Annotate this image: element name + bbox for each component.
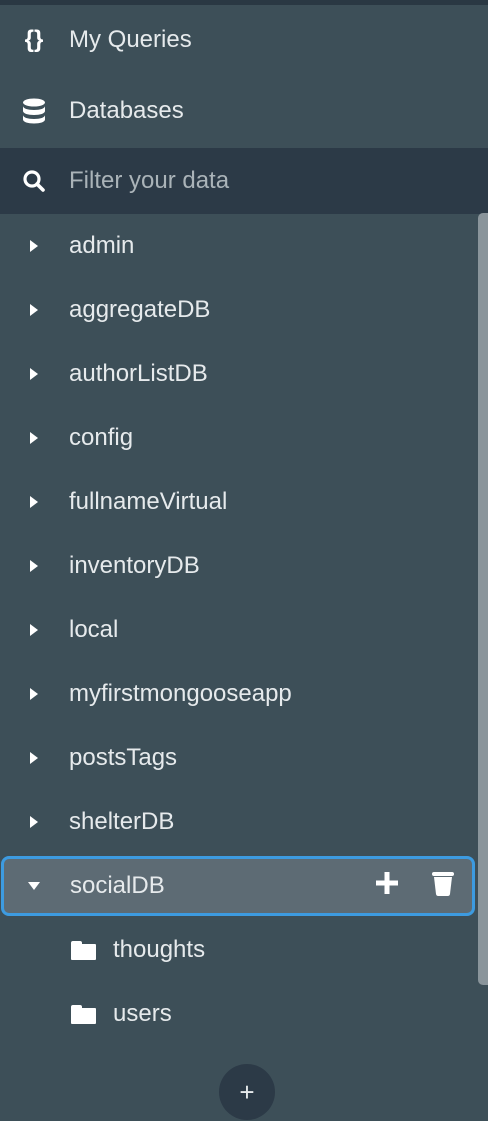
database-name: shelterDB (69, 808, 175, 835)
caret-right-icon[interactable] (30, 496, 38, 508)
database-name: inventoryDB (69, 552, 200, 579)
database-name: local (69, 616, 119, 643)
database-name: admin (69, 232, 135, 259)
plus-icon: + (239, 1076, 255, 1107)
caret-right-icon[interactable] (30, 816, 38, 828)
database-item-shelterdb[interactable]: shelterDB (0, 790, 478, 854)
caret-right-icon[interactable] (30, 240, 38, 252)
database-item-myfirstmongooseapp[interactable]: myfirstmongooseapp (0, 662, 478, 726)
database-name: config (69, 424, 134, 451)
collection-item-users[interactable]: users (0, 982, 478, 1046)
search-icon (17, 169, 51, 193)
database-name: socialDB (70, 872, 165, 899)
database-list: admin aggregateDB authorListDB config fu… (0, 214, 478, 1046)
nav-label: Databases (69, 97, 184, 124)
nav-databases[interactable]: Databases (0, 76, 488, 146)
caret-right-icon[interactable] (30, 432, 38, 444)
trash-icon (432, 871, 454, 896)
database-item-aggregatedb[interactable]: aggregateDB (0, 278, 478, 342)
database-icon (17, 98, 51, 124)
collection-name: users (113, 1000, 172, 1027)
scrollbar[interactable] (478, 213, 488, 985)
database-item-local[interactable]: local (0, 598, 478, 662)
drop-database-button[interactable] (432, 870, 454, 903)
database-item-inventorydb[interactable]: inventoryDB (0, 534, 478, 598)
database-item-socialdb[interactable]: socialDB (1, 856, 475, 916)
create-collection-button[interactable] (376, 871, 398, 901)
caret-right-icon[interactable] (30, 624, 38, 636)
database-item-config[interactable]: config (0, 406, 478, 470)
caret-right-icon[interactable] (30, 752, 38, 764)
caret-down-icon[interactable] (28, 882, 40, 890)
caret-right-icon[interactable] (30, 688, 38, 700)
database-name: myfirstmongooseapp (69, 680, 292, 707)
caret-right-icon[interactable] (30, 304, 38, 316)
database-item-admin[interactable]: admin (0, 214, 478, 278)
folder-icon (71, 940, 96, 960)
database-item-poststags[interactable]: postsTags (0, 726, 478, 790)
caret-right-icon[interactable] (30, 368, 38, 380)
create-database-button[interactable]: + (219, 1064, 275, 1120)
filter-bar (0, 148, 488, 214)
caret-right-icon[interactable] (30, 560, 38, 572)
plus-icon (376, 871, 398, 894)
database-name: postsTags (69, 744, 178, 771)
collection-name: thoughts (113, 936, 206, 963)
collection-item-thoughts[interactable]: thoughts (0, 918, 478, 982)
database-item-authorlistdb[interactable]: authorListDB (0, 342, 478, 406)
database-name: fullnameVirtual (69, 488, 228, 515)
database-name: aggregateDB (69, 296, 211, 323)
braces-icon: {} (24, 26, 44, 53)
database-item-fullnamevirtual[interactable]: fullnameVirtual (0, 470, 478, 534)
nav-label: My Queries (69, 26, 192, 53)
database-name: authorListDB (69, 360, 208, 387)
folder-icon (71, 1004, 96, 1024)
nav-my-queries[interactable]: {} My Queries (0, 5, 488, 75)
filter-input[interactable] (69, 167, 449, 195)
